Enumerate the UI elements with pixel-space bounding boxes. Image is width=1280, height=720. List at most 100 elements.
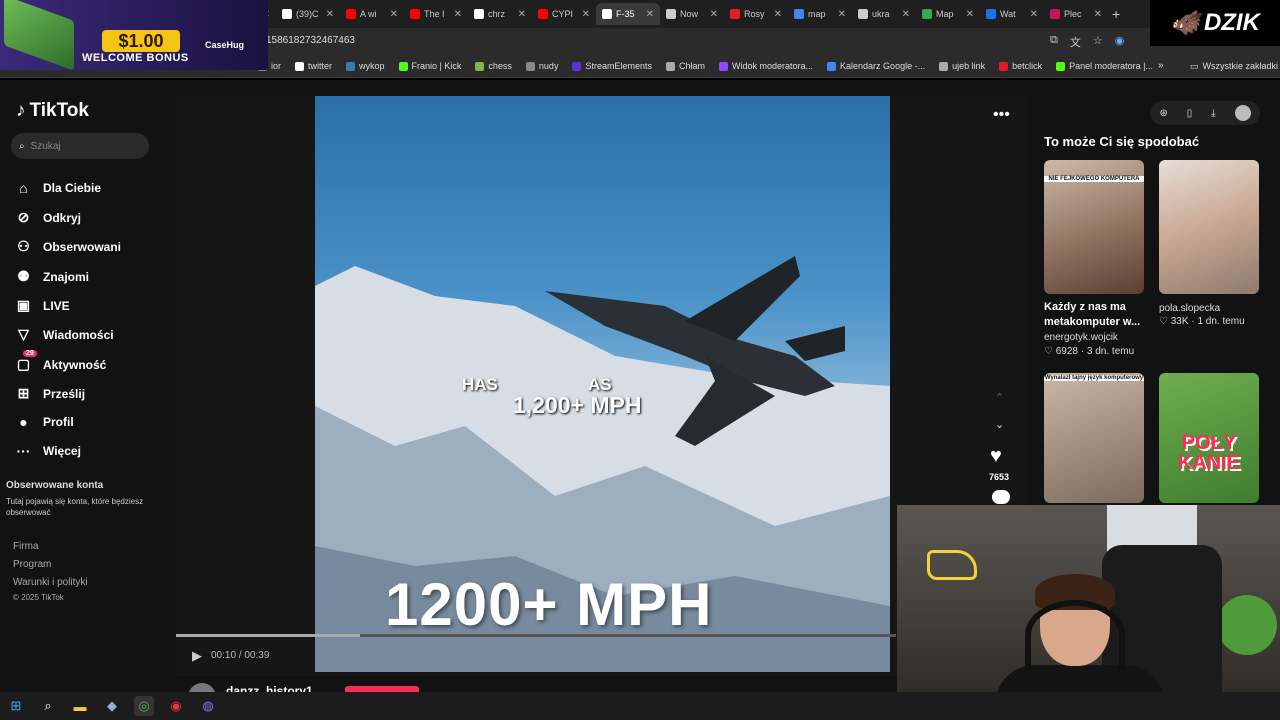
- close-icon[interactable]: ✕: [454, 9, 462, 20]
- url-field[interactable]: 1586182732467463: [266, 35, 355, 46]
- close-icon[interactable]: ✕: [646, 9, 654, 20]
- live-icon: ▣: [16, 297, 31, 313]
- sidebar-item-compass[interactable]: ⊘ Odkryj: [15, 209, 81, 226]
- browser-tab[interactable]: Rosy ✕: [724, 3, 788, 25]
- bookmark-item[interactable]: betclick: [999, 61, 1042, 71]
- sidebar-item-following[interactable]: ⚇ Obserwowani: [15, 238, 121, 255]
- sidebar-item-messages[interactable]: ▽ Wiadomości: [15, 326, 113, 343]
- app-icon[interactable]: ◆: [102, 696, 122, 716]
- coin-icon[interactable]: ⊛: [1159, 108, 1167, 119]
- file-explorer-icon[interactable]: ▬: [70, 696, 90, 716]
- browser-tab[interactable]: ukra ✕: [852, 3, 916, 25]
- recommended-title-1[interactable]: Każdy z nas ma metakomputer w...: [1044, 300, 1154, 330]
- sidebar-item-profile[interactable]: ● Profil: [15, 414, 73, 430]
- close-icon[interactable]: ✕: [518, 9, 526, 20]
- top-right-actions: ⊛ ▯ ⤓: [1150, 101, 1260, 125]
- browser-tab[interactable]: A wi ✕: [340, 3, 404, 25]
- search-icon[interactable]: ⌕: [38, 696, 58, 716]
- tiktok-logo[interactable]: ♪ TikTok: [16, 100, 89, 122]
- bookmark-label: betclick: [1012, 61, 1043, 71]
- bookmark-item[interactable]: Franio | Kick: [398, 61, 461, 71]
- download-icon[interactable]: ⤓: [1211, 108, 1215, 119]
- close-icon[interactable]: ✕: [326, 9, 334, 20]
- browser-tab[interactable]: Map ✕: [916, 3, 980, 25]
- ad-brand: CaseHug: [205, 40, 245, 50]
- browser-tab[interactable]: F-35 ✕: [596, 3, 660, 25]
- sidebar-item-home[interactable]: ⌂ Dla Ciebie: [15, 180, 101, 196]
- recommended-video-3[interactable]: Wynalazł tajny język komputerowy: [1044, 373, 1144, 503]
- comment-icon[interactable]: [992, 490, 1010, 504]
- all-bookmarks-button[interactable]: ▭ Wszystkie zakładki: [1190, 61, 1278, 72]
- footer-link-program[interactable]: Program: [13, 559, 51, 570]
- bookmark-item[interactable]: Chłam: [665, 61, 705, 71]
- close-icon[interactable]: ✕: [710, 9, 718, 20]
- phone-icon[interactable]: ▯: [1187, 108, 1193, 119]
- bookmark-item[interactable]: chess: [475, 61, 512, 71]
- recommended-age-2: 1 dn. temu: [1197, 316, 1245, 327]
- play-icon[interactable]: ▶: [192, 648, 202, 664]
- tab-favicon-icon: [282, 9, 292, 19]
- browser-tab[interactable]: Now ✕: [660, 3, 724, 25]
- recommended-video-1[interactable]: NIE FEJKOWEGO KOMPUTERA: [1044, 160, 1144, 294]
- video-player[interactable]: HAS AS 1,200+ MPH 1200+ MPH: [315, 96, 890, 672]
- recommended-video-2[interactable]: [1159, 160, 1259, 294]
- close-icon[interactable]: ✕: [902, 9, 910, 20]
- activity-icon: ▢ 29: [15, 350, 37, 373]
- bookmark-item[interactable]: nudy: [525, 61, 558, 71]
- video-progress-bar[interactable]: [176, 634, 896, 637]
- next-video-icon[interactable]: ⌄: [995, 418, 1004, 431]
- browser-tab[interactable]: CYPI ✕: [532, 3, 596, 25]
- bookmark-item[interactable]: StreamElements: [572, 61, 652, 71]
- sidebar-item-live[interactable]: ▣ LIVE: [15, 297, 70, 314]
- browser-tab[interactable]: (39)C ✕: [276, 3, 340, 25]
- voice-icon[interactable]: ◉: [1115, 34, 1125, 50]
- heart-outline-icon: ♡: [1159, 316, 1168, 327]
- browser-tab[interactable]: Plec ✕: [1044, 3, 1108, 25]
- close-icon[interactable]: ✕: [838, 9, 846, 20]
- bookmark-item[interactable]: Kalendarz Google -...: [827, 61, 925, 71]
- sidebar-item-activity[interactable]: ▢ 29 Aktywność: [15, 350, 106, 373]
- browser-tab[interactable]: Wat ✕: [980, 3, 1044, 25]
- close-icon[interactable]: ✕: [390, 9, 398, 20]
- chrome-icon[interactable]: ◎: [134, 696, 154, 716]
- close-icon[interactable]: ✕: [1094, 9, 1102, 20]
- like-icon[interactable]: ♥: [990, 445, 1002, 468]
- recommended-author-2[interactable]: pola.slopecka: [1159, 303, 1220, 314]
- footer-link-terms[interactable]: Warunki i polityki: [13, 577, 88, 588]
- cast-icon[interactable]: ⧉: [1050, 34, 1058, 50]
- close-icon[interactable]: ✕: [774, 9, 782, 20]
- chevron-right-icon[interactable]: »: [1158, 60, 1164, 71]
- close-icon[interactable]: ✕: [1030, 9, 1038, 20]
- previous-video-icon[interactable]: ⌃: [995, 391, 1004, 404]
- recommended-video-4[interactable]: POŁY KANIE: [1159, 373, 1259, 503]
- footer-link-company[interactable]: Firma: [13, 541, 39, 552]
- sidebar-item-more[interactable]: ··· Więcej: [15, 443, 81, 459]
- translate-icon[interactable]: 文: [1070, 34, 1081, 50]
- messenger-icon[interactable]: ◍: [198, 696, 218, 716]
- bookmark-label: twitter: [308, 61, 333, 71]
- bookmark-item[interactable]: twitter: [295, 61, 332, 71]
- new-tab-button[interactable]: +: [1112, 6, 1120, 22]
- recommended-author-1[interactable]: energotyk.wojcik: [1044, 332, 1118, 343]
- bookmark-item[interactable]: Panel moderatora |...: [1056, 61, 1153, 71]
- browser-tab[interactable]: map ✕: [788, 3, 852, 25]
- windows-start-icon[interactable]: ⊞: [6, 696, 26, 716]
- search-input[interactable]: ⌕ Szukaj: [11, 133, 149, 159]
- friends-icon: ⚉: [17, 268, 30, 284]
- sidebar-item-upload[interactable]: ⊞ Prześlij: [15, 385, 85, 402]
- user-avatar[interactable]: [1234, 105, 1251, 121]
- browser-tab[interactable]: chrz ✕: [468, 3, 532, 25]
- recommended-likes-1: 6928: [1055, 346, 1078, 357]
- obs-icon[interactable]: ◉: [166, 696, 186, 716]
- close-icon[interactable]: ✕: [582, 9, 590, 20]
- sidebar-item-friends[interactable]: ⚉ Znajomi: [15, 268, 89, 285]
- bookmark-item[interactable]: wykop: [346, 61, 385, 71]
- close-icon[interactable]: ✕: [966, 9, 974, 20]
- tab-favicon-icon: [986, 9, 996, 19]
- bookmark-item[interactable]: Widok moderatora...: [719, 61, 813, 71]
- star-icon[interactable]: ☆: [1093, 34, 1103, 50]
- bookmark-label: wykop: [359, 61, 385, 71]
- browser-tab[interactable]: The I ✕: [404, 3, 468, 25]
- more-options-icon[interactable]: •••: [993, 106, 1010, 124]
- bookmark-item[interactable]: ujeb link: [939, 61, 985, 71]
